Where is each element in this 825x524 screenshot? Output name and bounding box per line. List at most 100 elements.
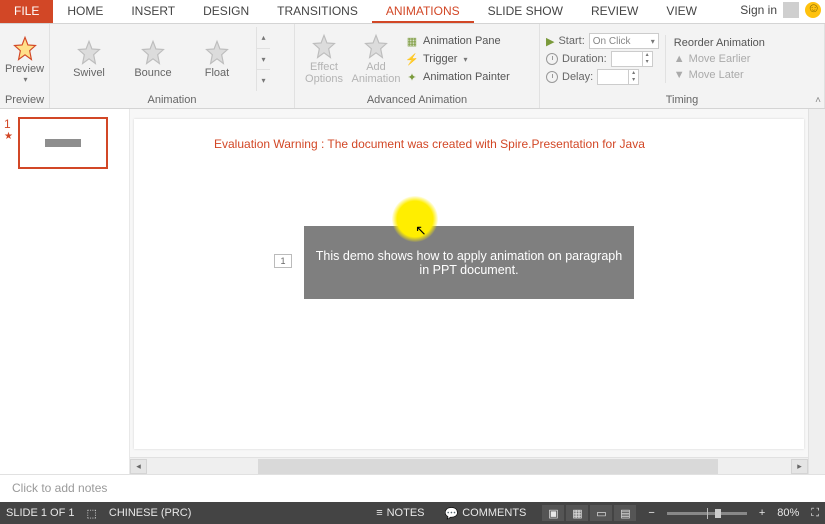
view-sorter-button[interactable]: ▦ (566, 505, 588, 521)
tab-animations[interactable]: ANIMATIONS (372, 0, 474, 23)
trigger-icon: ⚡ (405, 52, 419, 66)
effect-options-button[interactable]: Effect Options (301, 27, 347, 91)
animation-pane-icon: ▦ (405, 34, 419, 48)
file-tab[interactable]: FILE (0, 0, 53, 23)
tab-home[interactable]: HOME (53, 0, 117, 23)
tab-transitions[interactable]: TRANSITIONS (263, 0, 372, 23)
start-value: On Click (593, 36, 631, 47)
animation-label: Swivel (73, 67, 105, 79)
mouse-cursor-icon: ↖ (415, 222, 427, 239)
feedback-icon[interactable] (805, 2, 821, 18)
animation-gallery-more[interactable]: ▴ ▾ ▾ (256, 27, 270, 91)
shape-text: This demo shows how to apply animation o… (314, 249, 624, 277)
slide-canvas[interactable]: Evaluation Warning : The document was cr… (134, 119, 804, 449)
status-language[interactable]: CHINESE (PRC) (109, 507, 192, 519)
add-animation-button[interactable]: Add Animation (353, 27, 399, 91)
scroll-down-icon[interactable]: ▾ (257, 49, 270, 71)
status-accessibility-icon[interactable]: ⬚ (86, 507, 96, 520)
slide-thumbnail[interactable] (18, 117, 108, 169)
trigger-button[interactable]: ⚡ Trigger ▾ (405, 52, 510, 66)
start-play-icon: ▶ (546, 35, 554, 48)
move-later-label: Move Later (689, 69, 744, 81)
tab-view[interactable]: VIEW (652, 0, 711, 23)
collapse-ribbon-icon[interactable]: ˄ (815, 95, 821, 106)
view-slideshow-button[interactable]: ▤ (614, 505, 636, 521)
tab-insert[interactable]: INSERT (117, 0, 189, 23)
animation-swivel[interactable]: Swivel (66, 27, 112, 91)
sign-in-link[interactable]: Sign in (740, 3, 777, 17)
float-icon (203, 39, 231, 67)
notes-field[interactable]: Click to add notes (0, 474, 825, 502)
scrollbar-handle[interactable] (258, 459, 718, 474)
evaluation-warning: Evaluation Warning : The document was cr… (214, 137, 645, 151)
horizontal-scrollbar[interactable]: ◂ ▸ (130, 457, 808, 474)
preview-star-icon (11, 35, 39, 63)
vertical-scrollbar[interactable] (808, 109, 825, 474)
zoom-in-button[interactable]: + (759, 507, 765, 519)
delay-spinner[interactable]: ▴▾ (597, 69, 639, 85)
reorder-header: Reorder Animation (674, 37, 765, 49)
view-normal-button[interactable]: ▣ (542, 505, 564, 521)
animation-pane-button[interactable]: ▦ Animation Pane (405, 34, 510, 48)
animation-painter-button[interactable]: ✦ Animation Painter (405, 70, 510, 84)
chevron-down-icon: ▾ (651, 37, 655, 46)
tab-slideshow[interactable]: SLIDE SHOW (474, 0, 577, 23)
scroll-left-icon[interactable]: ◂ (130, 459, 147, 474)
text-shape[interactable]: This demo shows how to apply animation o… (304, 226, 634, 299)
thumbnail-number: 1 (4, 117, 11, 131)
group-label-animation: Animation (50, 94, 294, 108)
arrow-up-icon: ▲ (674, 53, 685, 65)
group-label-timing: Timing (540, 94, 824, 108)
move-earlier-button[interactable]: ▲ Move Earlier (674, 53, 765, 65)
expand-icon[interactable]: ▾ (257, 70, 270, 91)
start-combo[interactable]: On Click ▾ (589, 33, 659, 49)
animation-painter-icon: ✦ (405, 70, 419, 84)
zoom-slider[interactable] (667, 512, 747, 515)
add-animation-label: Add Animation (352, 61, 401, 85)
add-animation-icon (362, 33, 390, 61)
animation-painter-label: Animation Painter (423, 71, 510, 83)
comments-icon: 💬 (445, 507, 459, 520)
bounce-icon (139, 39, 167, 67)
zoom-value[interactable]: 80% (777, 507, 799, 519)
tab-review[interactable]: REVIEW (577, 0, 652, 23)
status-slide: SLIDE 1 OF 1 (6, 507, 74, 519)
tab-design[interactable]: DESIGN (189, 0, 263, 23)
trigger-label: Trigger (423, 53, 457, 65)
comments-button[interactable]: 💬COMMENTS (441, 507, 531, 520)
animation-order-tag[interactable]: 1 (274, 254, 292, 268)
animation-float[interactable]: Float (194, 27, 240, 91)
duration-spinner[interactable]: ▴▾ (611, 51, 653, 67)
animation-bounce[interactable]: Bounce (130, 27, 176, 91)
notes-icon: ≡ (376, 507, 382, 519)
move-later-button[interactable]: ▼ Move Later (674, 69, 765, 81)
animation-label: Bounce (134, 67, 171, 79)
duration-clock-icon (546, 53, 558, 65)
preview-label: Preview (5, 63, 44, 75)
chevron-down-icon: ▾ (23, 75, 27, 84)
arrow-down-icon: ▼ (674, 69, 685, 81)
zoom-out-button[interactable]: − (648, 507, 654, 519)
animation-label: Float (205, 67, 229, 79)
scroll-right-icon[interactable]: ▸ (791, 459, 808, 474)
effect-options-label: Effect Options (305, 61, 343, 85)
chevron-down-icon: ▾ (463, 55, 467, 64)
group-label-advanced: Advanced Animation (295, 94, 539, 108)
scroll-up-icon[interactable]: ▴ (257, 27, 270, 49)
thumbnail-shape (45, 139, 81, 147)
start-label: Start: (558, 35, 584, 47)
notes-button[interactable]: ≡NOTES (372, 507, 428, 519)
preview-button[interactable]: Preview ▾ (5, 27, 44, 91)
move-earlier-label: Move Earlier (689, 53, 751, 65)
user-avatar-icon[interactable] (783, 2, 799, 18)
swivel-icon (75, 39, 103, 67)
view-reading-button[interactable]: ▭ (590, 505, 612, 521)
effect-options-icon (310, 33, 338, 61)
fit-window-button[interactable]: ⛶ (811, 507, 819, 520)
duration-label: Duration: (562, 53, 607, 65)
thumbnail-animation-icon: ★ (4, 131, 13, 142)
delay-clock-icon (546, 71, 558, 83)
group-label-preview: Preview (0, 94, 49, 108)
animation-pane-label: Animation Pane (423, 35, 501, 47)
delay-label: Delay: (562, 71, 593, 83)
